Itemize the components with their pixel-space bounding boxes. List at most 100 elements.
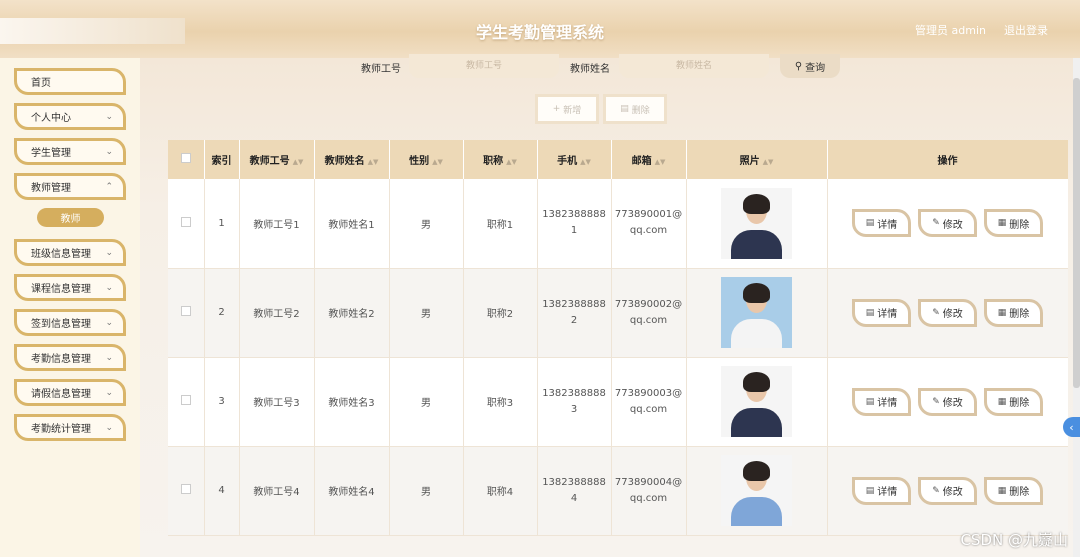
row-checkbox[interactable]: [180, 306, 191, 316]
sort-icon[interactable]: ▲▼: [368, 158, 379, 166]
edit-button[interactable]: ✎ 修改: [918, 298, 977, 327]
delete-button[interactable]: ▦ 删除: [984, 209, 1043, 238]
sidebar-item-signin[interactable]: 签到信息管理 ⌄: [14, 309, 126, 336]
row-checkbox[interactable]: [180, 216, 191, 227]
col-phone[interactable]: 手机 ▲▼: [537, 140, 612, 179]
sidebar-item-label: 签到信息管理: [31, 319, 91, 330]
add-button[interactable]: + 新增: [535, 94, 599, 124]
cell-teacher-id: 教师工号3: [239, 357, 315, 447]
detail-button[interactable]: ▤ 详情: [852, 209, 911, 238]
detail-button[interactable]: ▤ 详情: [852, 476, 911, 505]
detail-button[interactable]: ▤ 详情: [852, 387, 911, 416]
cell-teacher-id: 教师工号2: [239, 268, 315, 358]
col-label: 手机: [557, 156, 578, 167]
teacher-photo[interactable]: [721, 455, 792, 526]
document-icon: ▤: [865, 396, 875, 407]
teacher-photo[interactable]: [721, 187, 792, 259]
delete-button[interactable]: ▦ 删除: [984, 476, 1043, 505]
chevron-down-icon: ⌄: [105, 352, 113, 363]
row-select-cell[interactable]: [168, 446, 205, 536]
edit-button[interactable]: ✎ 修改: [918, 476, 977, 505]
sidebar-item-courses[interactable]: 课程信息管理 ⌄: [14, 274, 126, 301]
col-photo[interactable]: 照片 ▲▼: [686, 140, 828, 179]
row-select-cell[interactable]: [168, 268, 205, 358]
sidebar-item-label: 考勤统计管理: [31, 424, 91, 435]
row-select-cell[interactable]: [168, 357, 205, 447]
batch-delete-button[interactable]: ▤ 删除: [603, 94, 667, 124]
sort-icon[interactable]: ▲▼: [432, 158, 443, 166]
delete-button[interactable]: ▦ 删除: [984, 387, 1043, 416]
sidebar-item-attendance[interactable]: 考勤信息管理 ⌄: [14, 344, 126, 371]
email-line-1: 773890002@: [614, 298, 683, 310]
logout-link[interactable]: 退出登录: [1004, 22, 1048, 38]
teacher-photo[interactable]: [721, 277, 792, 348]
sort-icon[interactable]: ▲▼: [763, 158, 774, 166]
row-select-cell[interactable]: [168, 179, 205, 269]
chevron-down-icon: ⌄: [105, 317, 113, 328]
col-ops: 操作: [827, 140, 1068, 179]
col-label: 照片: [739, 156, 760, 167]
sidebar-item-teachers[interactable]: 教师管理 ⌃: [14, 173, 126, 200]
select-all-cell[interactable]: [168, 140, 205, 179]
cell-ops: ▤ 详情 ✎ 修改 ▦ 删除: [827, 268, 1068, 358]
pencil-icon: ✎: [932, 307, 940, 318]
sort-icon[interactable]: ▲▼: [655, 158, 666, 166]
trash-icon: ▦: [997, 485, 1007, 496]
cell-email: 773890003@ qq.com: [611, 357, 687, 447]
query-button[interactable]: ⚲ 查询: [780, 54, 840, 78]
collapse-side-tab[interactable]: ‹: [1063, 417, 1080, 437]
email-line-1: 773890003@: [614, 387, 683, 399]
col-teacher-id[interactable]: 教师工号 ▲▼: [239, 140, 315, 179]
sidebar-item-students[interactable]: 学生管理 ⌄: [14, 138, 126, 165]
sidebar-item-stats[interactable]: 考勤统计管理 ⌄: [14, 414, 126, 441]
sidebar-item-classes[interactable]: 班级信息管理 ⌄: [14, 239, 126, 266]
teacher-photo[interactable]: [721, 366, 792, 437]
col-teacher-name[interactable]: 教师姓名 ▲▼: [314, 140, 390, 179]
photo-hair-shape: [743, 461, 770, 481]
sort-icon[interactable]: ▲▼: [293, 158, 304, 166]
sort-icon[interactable]: ▲▼: [506, 158, 517, 166]
edit-button[interactable]: ✎ 修改: [918, 387, 977, 416]
chevron-down-icon: ⌄: [105, 247, 113, 258]
sidebar-item-label: 班级信息管理: [31, 249, 91, 260]
phone-line-1: 1382388888: [542, 209, 606, 221]
detail-button[interactable]: ▤ 详情: [852, 298, 911, 327]
col-email[interactable]: 邮箱 ▲▼: [611, 140, 687, 179]
sidebar: 首页 个人中心 ⌄ 学生管理 ⌄ 教师管理 ⌃ 教师 班级信息管理 ⌄ 课程信息…: [0, 58, 140, 557]
col-label: 职称: [483, 156, 504, 167]
sort-icon[interactable]: ▲▼: [580, 158, 591, 166]
row-checkbox[interactable]: [180, 484, 191, 494]
delete-button-label: 删除: [1009, 398, 1030, 409]
cell-phone: 1382388888 3: [537, 357, 612, 447]
row-checkbox[interactable]: [180, 395, 191, 405]
page-scrollbar[interactable]: [1073, 58, 1080, 557]
cell-ops: ▤ 详情 ✎ 修改 ▦ 删除: [827, 357, 1068, 447]
chevron-down-icon: ⌄: [105, 146, 113, 157]
cell-index: 1: [204, 179, 240, 269]
teacher-name-input[interactable]: [619, 54, 769, 78]
phone-line-1: 1382388888: [542, 298, 606, 310]
sidebar-item-personal[interactable]: 个人中心 ⌄: [14, 103, 126, 130]
table-header-row: 索引 教师工号 ▲▼ 教师姓名 ▲▼ 性别 ▲▼ 职称 ▲▼ 手机 ▲▼ 邮箱 ▲▼ 照片 ▲…: [168, 140, 1068, 179]
cell-title: 职称3: [463, 357, 538, 447]
main-content: 教师工号 教师姓名 ⚲ 查询 + 新增 ▤ 删除 索引 教师工号▲▼ 教师姓名▲…: [140, 54, 1073, 557]
teacher-id-input[interactable]: [409, 54, 559, 78]
current-user: 管理员 admin: [915, 24, 986, 37]
photo-body-shape: [731, 229, 782, 259]
sidebar-item-leave[interactable]: 请假信息管理 ⌄: [14, 379, 126, 406]
select-all-checkbox[interactable]: [180, 153, 191, 163]
cell-index: 2: [204, 268, 240, 358]
table-row: 4 教师工号4 教师姓名4 男 职称4 1382388888 4 77389000…: [168, 446, 1068, 536]
col-gender[interactable]: 性别 ▲▼: [389, 140, 464, 179]
detail-button-label: 详情: [877, 309, 898, 320]
edit-button-label: 修改: [942, 309, 963, 320]
delete-button[interactable]: ▦ 删除: [984, 298, 1043, 327]
sidebar-item-home[interactable]: 首页: [14, 68, 126, 95]
search-icon: ⚲: [794, 60, 803, 72]
cell-teacher-name: 教师姓名3: [314, 357, 390, 447]
scrollbar-thumb[interactable]: [1073, 78, 1080, 388]
col-title[interactable]: 职称 ▲▼: [463, 140, 538, 179]
sidebar-subitem-teacher[interactable]: 教师: [37, 208, 104, 227]
edit-button[interactable]: ✎ 修改: [918, 209, 977, 238]
edit-button-label: 修改: [942, 487, 963, 498]
